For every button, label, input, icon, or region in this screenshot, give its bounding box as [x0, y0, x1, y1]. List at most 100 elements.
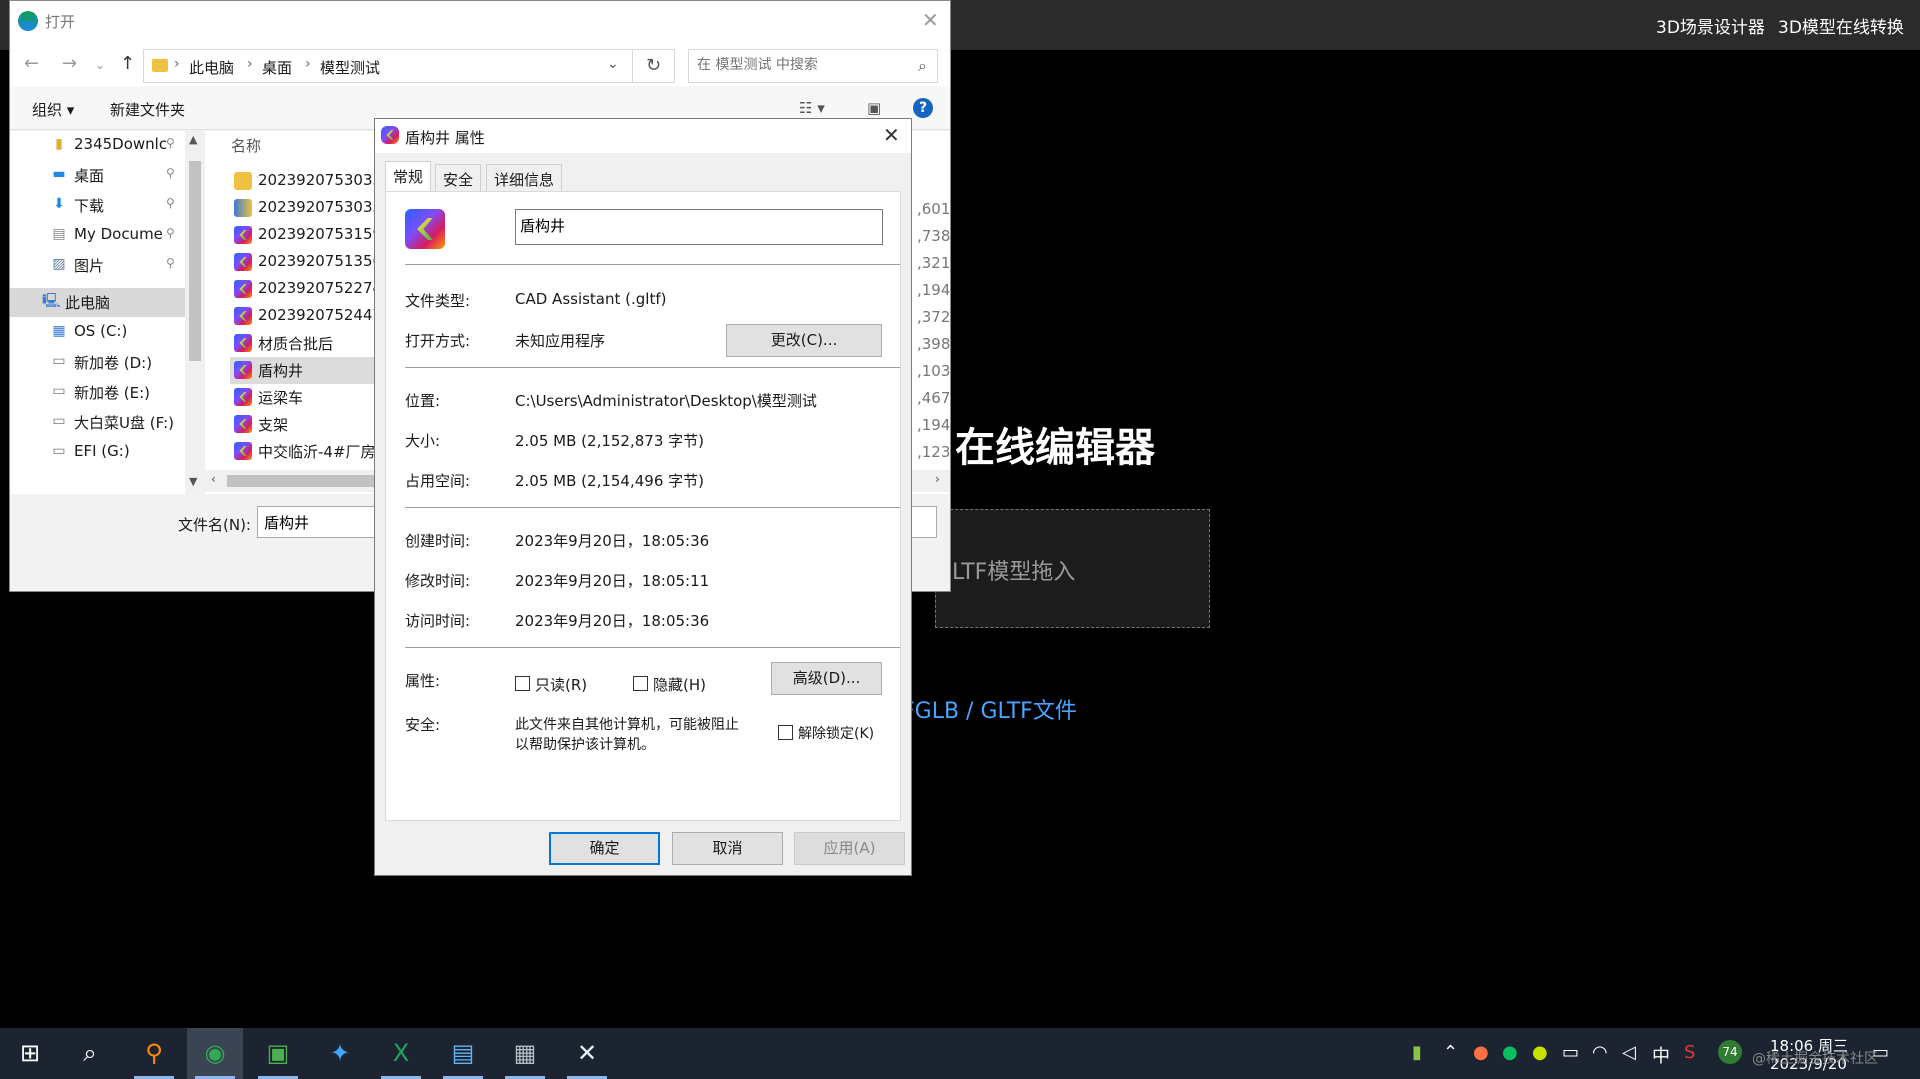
- calculator-icon[interactable]: ▦: [497, 1028, 553, 1079]
- security-label: 安全:: [405, 716, 441, 734]
- drive-c-icon: ▦: [52, 323, 66, 339]
- chevron-down-icon[interactable]: ⌄: [607, 56, 619, 72]
- breadcrumb-this-pc[interactable]: 此电脑: [189, 57, 234, 78]
- general-tab-panel: 文件类型: CAD Assistant (.gltf) 打开方式: 未知应用程序…: [385, 191, 901, 821]
- search-icon[interactable]: ⌕: [918, 56, 927, 76]
- cancel-button[interactable]: 取消: [672, 832, 783, 865]
- edge-browser-icon[interactable]: ◉: [187, 1028, 243, 1079]
- tray-green-icon[interactable]: ●: [1532, 1042, 1548, 1063]
- search-box[interactable]: ⌕: [688, 49, 938, 83]
- nav-scrollbar[interactable]: ▲ ▼: [185, 131, 205, 494]
- model-convert-link[interactable]: 3D模型在线转换: [1778, 13, 1904, 38]
- remote-desktop-icon[interactable]: ▣: [250, 1028, 306, 1079]
- windows-start-icon[interactable]: ⊞: [2, 1028, 58, 1079]
- recent-chevron-icon[interactable]: ⌄: [95, 58, 105, 72]
- advanced-button[interactable]: 高级(D)...: [771, 662, 882, 695]
- web-page-title: 在线编辑器: [955, 425, 1155, 471]
- unblock-checkbox[interactable]: [778, 725, 793, 740]
- file-name-field[interactable]: [515, 209, 883, 245]
- explorer-window-icon[interactable]: ▤: [435, 1028, 491, 1079]
- readonly-label[interactable]: 只读(R): [535, 674, 587, 695]
- file-size: ,601: [917, 200, 951, 218]
- nav-item-documents[interactable]: ▤ My Docume ⚲: [10, 221, 185, 250]
- ime-indicator[interactable]: 中: [1652, 1042, 1670, 1068]
- battery-icon[interactable]: ▭: [1562, 1042, 1579, 1063]
- folder-icon: [234, 172, 252, 190]
- up-arrow-icon[interactable]: ↑: [120, 53, 135, 74]
- nav-item-label: 图片: [74, 257, 105, 275]
- tab-security[interactable]: 安全: [435, 164, 482, 191]
- nav-scroll-thumb[interactable]: [189, 161, 201, 361]
- search-input[interactable]: [697, 57, 902, 73]
- open-dialog-close-icon[interactable]: ✕: [922, 10, 939, 30]
- change-button[interactable]: 更改(C)...: [726, 324, 882, 357]
- column-header-name[interactable]: 名称: [231, 135, 261, 156]
- properties-titlebar: 盾构井 属性 ✕: [375, 119, 911, 153]
- scroll-up-icon[interactable]: ▲: [189, 133, 197, 146]
- unblock-label[interactable]: 解除锁定(K): [798, 723, 874, 743]
- browser-app-icon[interactable]: ✦: [312, 1028, 368, 1079]
- scroll-left-icon[interactable]: ‹: [211, 472, 216, 486]
- forward-arrow-icon[interactable]: →: [62, 53, 77, 74]
- volume-icon[interactable]: ◁: [1622, 1042, 1636, 1063]
- back-arrow-icon[interactable]: ←: [24, 53, 39, 74]
- excel-icon[interactable]: X: [373, 1028, 429, 1079]
- tray-app-icon[interactable]: ●: [1473, 1042, 1489, 1063]
- nav-item-downloads[interactable]: ⬇ 下载 ⚲: [10, 191, 185, 220]
- nav-item-drive-f[interactable]: ▭ 大白菜U盘 (F:): [10, 408, 185, 437]
- model-drop-zone[interactable]: LTF模型拖入: [935, 509, 1210, 628]
- xmind-icon[interactable]: ✕: [559, 1028, 615, 1079]
- nav-item-drive-c[interactable]: ▦ OS (C:): [10, 318, 185, 347]
- ok-button[interactable]: 确定: [549, 832, 660, 865]
- pin-icon: ⚲: [166, 136, 175, 150]
- size-on-disk-value: 2.05 MB (2,154,496 字节): [515, 472, 704, 490]
- chevron-right-icon: ›: [305, 56, 311, 72]
- file-name: 运梁车: [258, 389, 304, 407]
- modified-value: 2023年9月20日，18:05:11: [515, 572, 710, 590]
- scroll-right-icon[interactable]: ›: [935, 472, 940, 486]
- pin-icon: ⚲: [166, 226, 175, 240]
- breadcrumb[interactable]: › 此电脑 › 桌面 › 模型测试 ⌄: [143, 49, 633, 83]
- search-icon[interactable]: ⌕: [62, 1028, 118, 1079]
- nav-item-desktop[interactable]: ▬ 桌面 ⚲: [10, 161, 185, 190]
- nav-item-drive-d[interactable]: ▭ 新加卷 (D:): [10, 348, 185, 377]
- view-options-icon[interactable]: ☷ ▾: [799, 99, 825, 117]
- nav-item-pictures[interactable]: ▨ 图片 ⚲: [10, 251, 185, 280]
- search-app-icon[interactable]: ⚲: [126, 1028, 182, 1079]
- tab-details[interactable]: 详细信息: [486, 164, 563, 191]
- download-icon: ⬇: [53, 196, 65, 212]
- wifi-icon[interactable]: ◠: [1592, 1042, 1608, 1063]
- hidden-checkbox[interactable]: [633, 676, 648, 691]
- battery-tray-icon[interactable]: ▮: [1412, 1042, 1422, 1063]
- preview-pane-icon[interactable]: ▣: [867, 99, 881, 117]
- h-scroll-thumb[interactable]: [227, 475, 387, 487]
- tray-chevron-up-icon[interactable]: ⌃: [1443, 1042, 1458, 1063]
- refresh-icon[interactable]: ↻: [633, 49, 675, 83]
- breadcrumb-model-test[interactable]: 模型测试: [320, 57, 380, 78]
- scene-designer-link[interactable]: 3D场景设计器: [1656, 13, 1765, 38]
- new-folder-button[interactable]: 新建文件夹: [110, 99, 185, 120]
- cad-assistant-icon: [234, 253, 252, 271]
- tab-general[interactable]: 常规: [385, 161, 432, 192]
- size-on-disk-label: 占用空间:: [405, 472, 471, 490]
- help-icon[interactable]: ?: [913, 98, 933, 118]
- nav-item-drive-e[interactable]: ▭ 新加卷 (E:): [10, 378, 185, 407]
- pin-icon: ⚲: [166, 196, 175, 210]
- file-name-input[interactable]: [520, 216, 870, 234]
- readonly-checkbox[interactable]: [515, 676, 530, 691]
- file-size: ,321: [917, 254, 951, 272]
- hidden-label[interactable]: 隐藏(H): [653, 674, 706, 695]
- nav-item-2345downloads[interactable]: ▮ 2345Downlc ⚲: [10, 131, 185, 160]
- sogou-ime-icon[interactable]: S: [1684, 1042, 1695, 1063]
- wechat-icon[interactable]: ●: [1502, 1042, 1518, 1063]
- nav-item-drive-g[interactable]: ▭ EFI (G:): [10, 438, 185, 467]
- nav-item-label: 桌面: [74, 167, 105, 185]
- organize-button[interactable]: 组织 ▾: [32, 99, 74, 120]
- scroll-down-icon[interactable]: ▼: [189, 475, 197, 488]
- nav-item-this-pc[interactable]: 🖳 此电脑: [10, 288, 185, 317]
- breadcrumb-desktop[interactable]: 桌面: [262, 57, 292, 78]
- format-link[interactable]: FGLB / GLTF文件: [902, 693, 1077, 725]
- properties-close-icon[interactable]: ✕: [883, 125, 900, 145]
- apply-button[interactable]: 应用(A): [794, 832, 905, 865]
- security-badge[interactable]: 74: [1718, 1040, 1742, 1064]
